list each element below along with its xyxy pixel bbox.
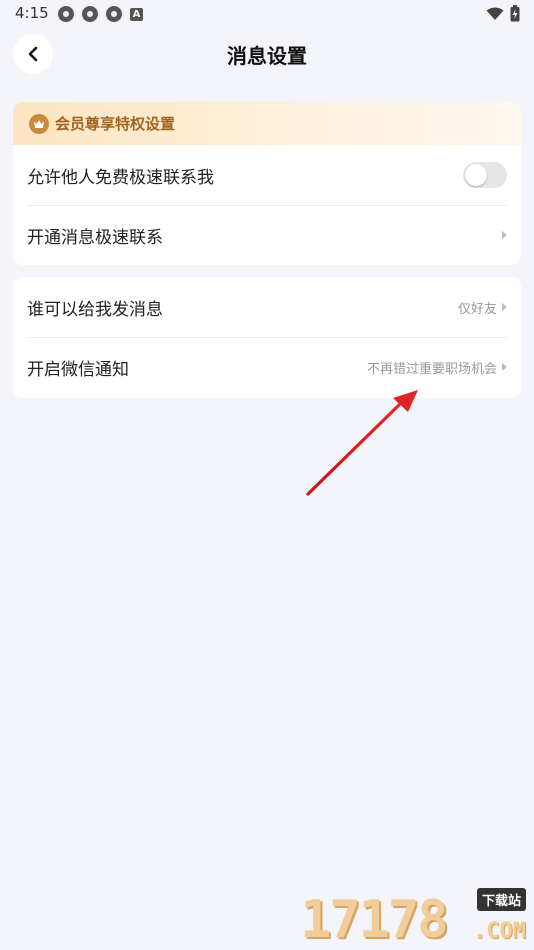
vpn-icon bbox=[82, 6, 98, 22]
chevron-right-icon bbox=[502, 303, 507, 311]
chevron-right-icon bbox=[502, 231, 507, 239]
page-title: 消息设置 bbox=[227, 44, 307, 68]
battery-icon bbox=[510, 5, 520, 22]
watermark-label: 下载站 bbox=[476, 888, 526, 911]
status-notification-icons: A bbox=[58, 6, 143, 22]
arrow-shaft bbox=[306, 402, 402, 496]
row-allow-free-contact: 允许他人免费极速联系我 bbox=[13, 145, 521, 205]
row-right bbox=[502, 231, 507, 239]
crown-icon bbox=[29, 113, 49, 134]
row-wechat-notification[interactable]: 开启微信通知 不再错过重要职场机会 bbox=[13, 337, 521, 397]
vip-banner: 会员尊享特权设置 bbox=[13, 102, 521, 145]
watermark-suffix: .COM bbox=[473, 919, 526, 944]
vpn-icon bbox=[106, 6, 122, 22]
status-system-icons bbox=[486, 5, 520, 22]
vip-settings-card: 会员尊享特权设置 允许他人免费极速联系我 开通消息极速联系 bbox=[13, 102, 521, 265]
row-value: 不再错过重要职场机会 bbox=[366, 361, 497, 377]
row-open-fast-contact[interactable]: 开通消息极速联系 bbox=[13, 205, 521, 265]
toggle-knob bbox=[465, 164, 487, 186]
watermark-logo: 17178 下载站 .COM bbox=[300, 888, 528, 946]
chevron-right-icon bbox=[502, 363, 507, 371]
row-label: 谁可以给我发消息 bbox=[27, 299, 163, 320]
row-right bbox=[463, 162, 507, 188]
watermark-digits: 17178 bbox=[300, 890, 449, 950]
message-settings-card: 谁可以给我发消息 仅好友 开启微信通知 不再错过重要职场机会 bbox=[13, 277, 521, 398]
row-value: 仅好友 bbox=[457, 301, 497, 317]
row-label: 开通消息极速联系 bbox=[27, 227, 163, 248]
row-label: 允许他人免费极速联系我 bbox=[27, 167, 214, 188]
row-label: 开启微信通知 bbox=[27, 359, 129, 380]
header: 消息设置 bbox=[0, 28, 534, 80]
vip-section-title: 会员尊享特权设置 bbox=[55, 115, 176, 133]
status-time: 4:15 bbox=[15, 4, 49, 22]
row-right: 仅好友 bbox=[458, 298, 507, 317]
allow-free-contact-toggle[interactable] bbox=[463, 162, 507, 188]
vpn-icon bbox=[58, 6, 74, 22]
row-right: 不再错过重要职场机会 bbox=[367, 358, 507, 377]
a-icon: A bbox=[130, 7, 143, 21]
status-bar: 4:15 A bbox=[0, 0, 534, 28]
row-who-can-message[interactable]: 谁可以给我发消息 仅好友 bbox=[13, 277, 521, 337]
wifi-icon bbox=[486, 7, 504, 20]
